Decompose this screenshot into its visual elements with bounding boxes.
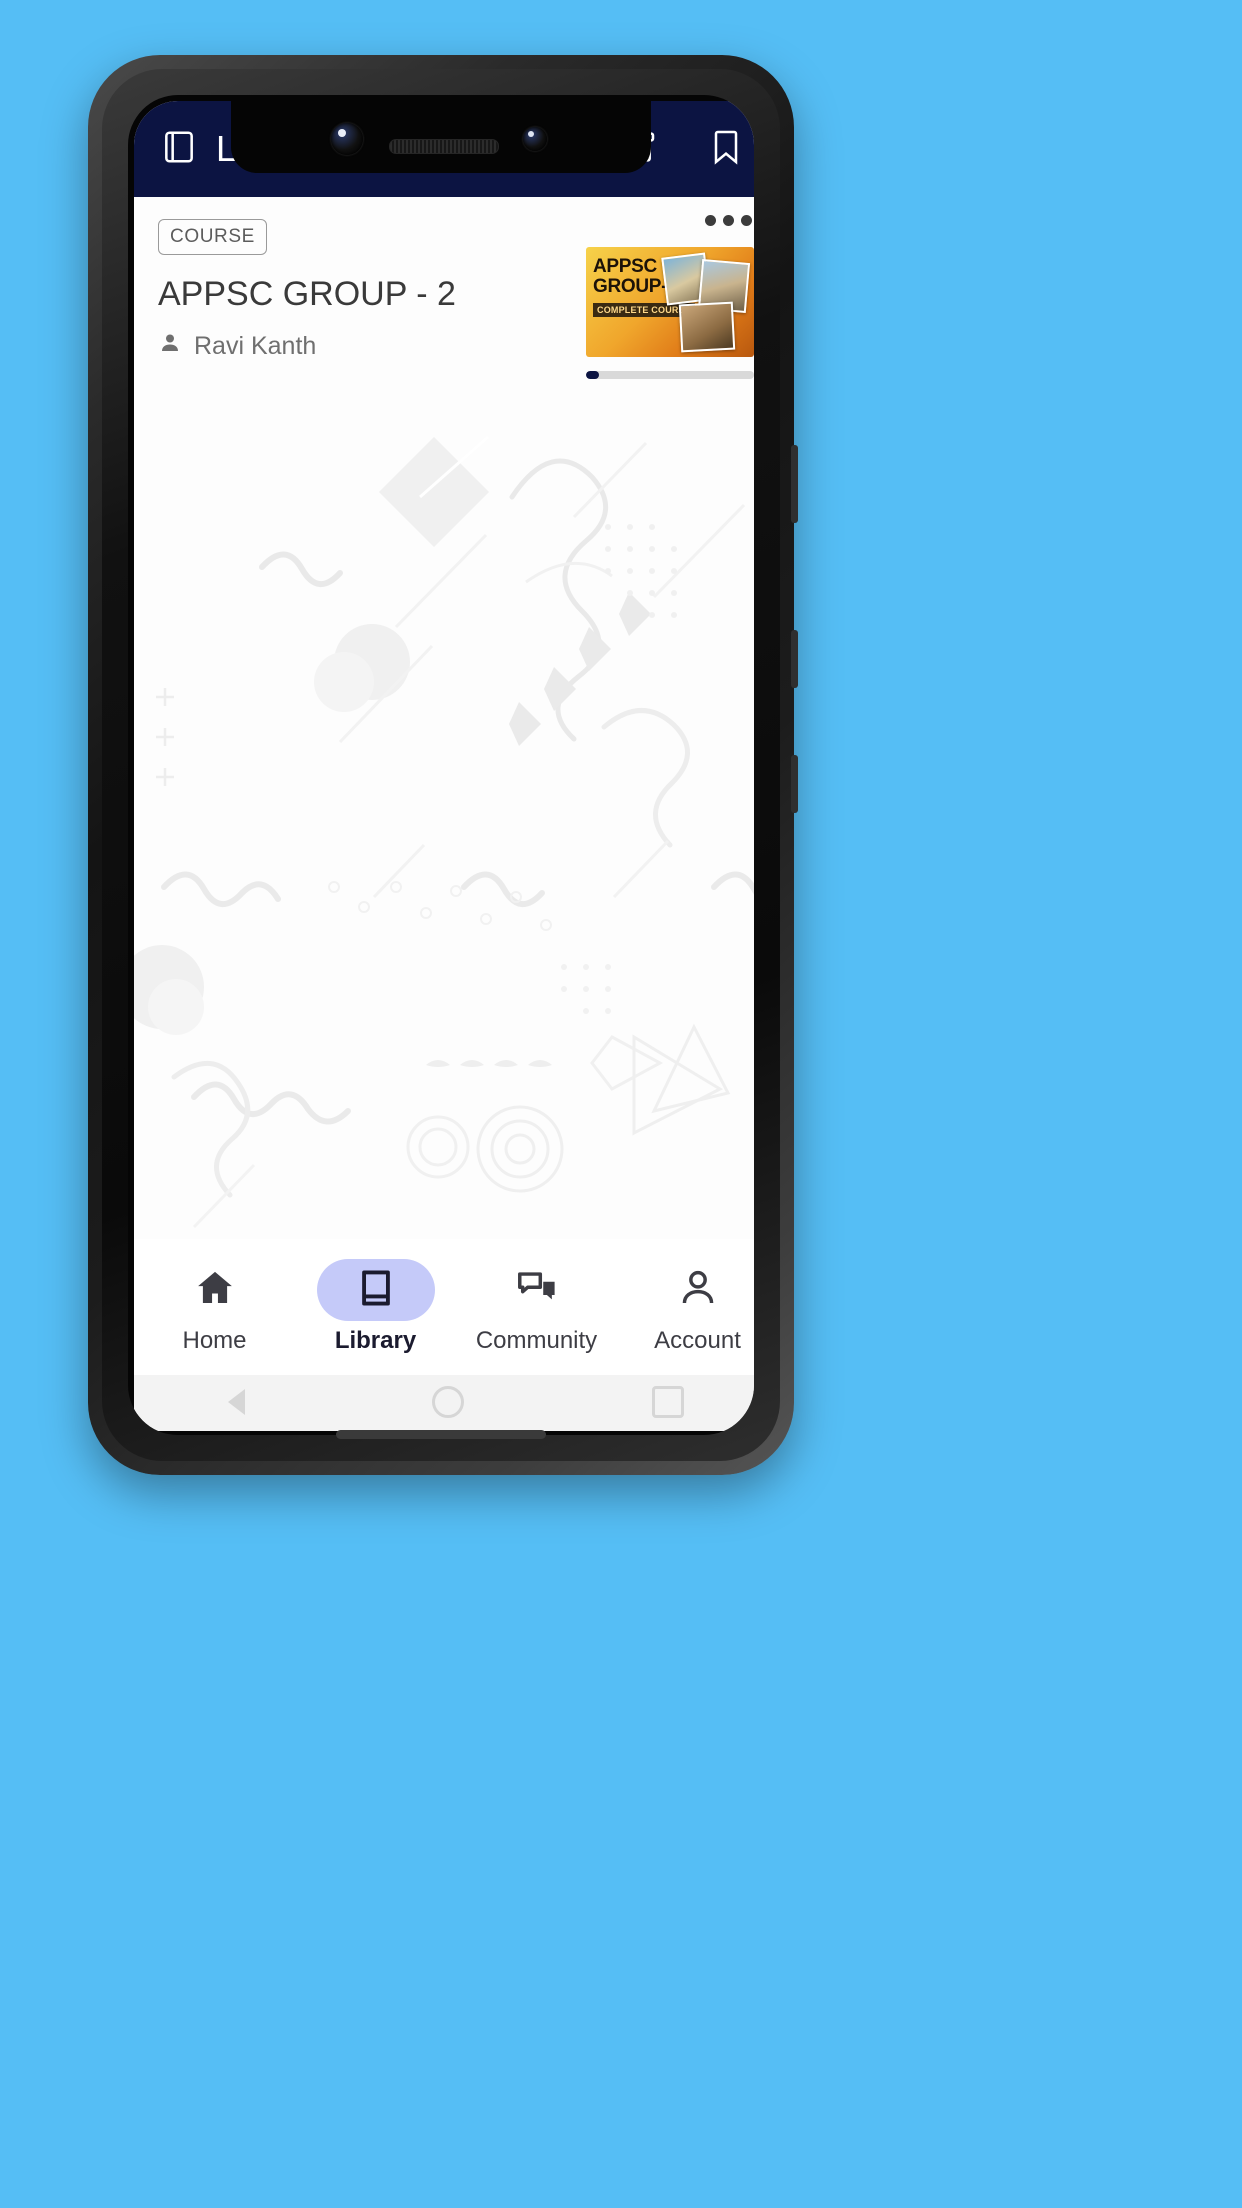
power-button[interactable] xyxy=(791,445,798,523)
book-icon xyxy=(160,128,198,171)
more-options-icon[interactable] xyxy=(705,215,752,226)
bookmark-icon[interactable] xyxy=(706,127,746,172)
nav-label-account: Account xyxy=(654,1327,741,1354)
nav-item-library[interactable]: Library xyxy=(295,1259,456,1355)
course-author: Ravi Kanth xyxy=(158,331,570,362)
nav-pill-home xyxy=(156,1259,274,1321)
nav-pill-library xyxy=(316,1259,435,1321)
course-card-row: COURSE APPSC GROUP - 2 Ravi Kanth APPSC … xyxy=(158,219,754,379)
earpiece-speaker xyxy=(389,139,499,154)
person-outline-icon xyxy=(676,1266,720,1315)
nav-label-community: Community xyxy=(475,1327,598,1354)
home-icon xyxy=(193,1266,237,1315)
front-camera-icon xyxy=(331,123,363,155)
app-screen: Library xyxy=(134,101,754,1431)
phone-chin-indicator xyxy=(336,1430,546,1439)
course-progress-bar xyxy=(586,371,754,379)
course-author-name: Ravi Kanth xyxy=(194,332,317,360)
volume-down-button[interactable] xyxy=(791,630,798,688)
book-icon xyxy=(354,1266,398,1315)
course-thumbnail[interactable]: APPSC GROUP-2 COMPLETE COURSE xyxy=(586,247,754,357)
library-content: COURSE APPSC GROUP - 2 Ravi Kanth APPSC … xyxy=(134,197,754,1339)
nav-label-library: Library xyxy=(334,1327,417,1354)
nav-item-account[interactable]: Account xyxy=(617,1259,754,1355)
course-card[interactable]: COURSE APPSC GROUP - 2 Ravi Kanth APPSC … xyxy=(134,197,754,379)
volume-up-button[interactable] xyxy=(791,755,798,813)
bottom-navigation: Home Library Community Account xyxy=(134,1239,754,1375)
course-thumbnail-wrap: APPSC GROUP-2 COMPLETE COURSE xyxy=(586,247,754,379)
thumbnail-line1: APPSC xyxy=(593,256,657,277)
thumbnail-photo xyxy=(678,301,736,353)
course-progress-fill xyxy=(586,371,600,379)
nav-pill-account xyxy=(639,1259,755,1321)
phone-mockup: Library xyxy=(88,55,798,1475)
page-background: Library xyxy=(0,0,1242,2208)
person-icon xyxy=(158,331,182,362)
secondary-camera-icon xyxy=(523,127,547,151)
recents-icon[interactable] xyxy=(652,1386,685,1418)
system-navigation-buttons xyxy=(134,1377,754,1427)
course-card-info: COURSE APPSC GROUP - 2 Ravi Kanth xyxy=(158,219,570,362)
nav-label-home: Home xyxy=(182,1327,247,1354)
chat-bubbles-icon xyxy=(515,1266,559,1315)
nav-pill-community xyxy=(478,1259,596,1321)
back-icon[interactable] xyxy=(227,1389,245,1415)
status-badge: COURSE xyxy=(158,219,267,255)
phone-glass: Library xyxy=(128,95,754,1435)
nav-item-home[interactable]: Home xyxy=(134,1259,295,1355)
nav-item-community[interactable]: Community xyxy=(456,1259,617,1355)
course-title: APPSC GROUP - 2 xyxy=(158,275,456,313)
system-nav-strip xyxy=(134,1375,754,1431)
phone-bezel: Library xyxy=(102,69,780,1461)
home-button-icon[interactable] xyxy=(432,1386,465,1418)
phone-notch xyxy=(231,95,651,173)
